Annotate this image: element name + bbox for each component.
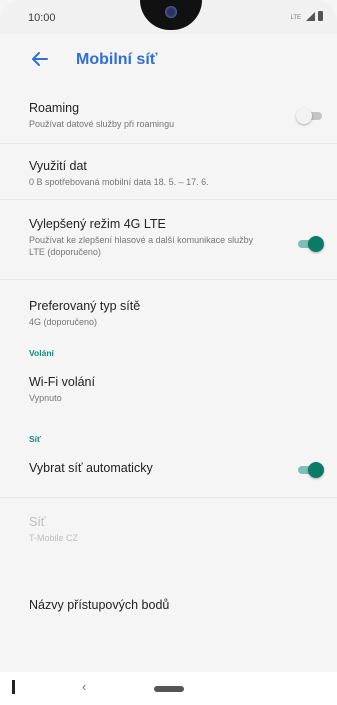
auto-network-toggle-thumb <box>308 462 324 478</box>
network-subtitle: T-Mobile CZ <box>29 533 79 543</box>
lte-mode-toggle-thumb <box>308 236 324 252</box>
setting-roaming[interactable]: Roaming Používat datové služby při roami… <box>0 86 337 144</box>
back-arrow-icon[interactable] <box>30 49 50 69</box>
status-icons: LTE <box>290 11 323 21</box>
section-header-calls: Volání <box>29 348 54 358</box>
auto-network-toggle[interactable] <box>296 462 324 478</box>
setting-wifi-calling[interactable]: Wi-Fi volání Vypnuto <box>0 372 337 432</box>
screen-corner-edge <box>12 680 15 694</box>
status-bar: 10:00 LTE <box>0 0 337 34</box>
phone-screen: 10:00 LTE Mobilní síť Roaming Používat d… <box>0 0 337 705</box>
data-usage-subtitle: 0 B spotřebovaná mobilní data 18. 5. – 1… <box>29 177 209 187</box>
lte-mode-subtitle: Používat ke zlepšení hlasové a další kom… <box>29 235 254 257</box>
roaming-toggle[interactable] <box>296 108 324 124</box>
network-title: Síť <box>29 515 46 529</box>
setting-lte-mode[interactable]: Vylepšený režim 4G LTE Používat ke zlepš… <box>0 200 337 280</box>
battery-icon <box>318 11 323 21</box>
wifi-calling-title: Wi-Fi volání <box>29 375 95 389</box>
apn-title: Názvy přístupových bodů <box>29 598 170 612</box>
setting-preferred-network[interactable]: Preferovaný typ sítě 4G (doporučeno) <box>0 280 337 346</box>
signal-icon <box>306 12 315 21</box>
page-title: Mobilní síť <box>76 51 158 68</box>
nav-back-icon[interactable]: ‹ <box>82 679 86 694</box>
setting-auto-network[interactable]: Vybrat síť automaticky <box>0 456 337 498</box>
section-header-network: Síť <box>29 434 42 444</box>
auto-network-title: Vybrat síť automaticky <box>29 461 153 475</box>
roaming-subtitle: Používat datové služby při roamingu <box>29 119 175 129</box>
camera-icon <box>165 6 177 18</box>
data-usage-title: Využití dat <box>29 159 87 173</box>
setting-apn[interactable]: Názvy přístupových bodů <box>0 592 337 642</box>
wifi-calling-subtitle: Vypnuto <box>29 393 62 403</box>
preferred-network-title: Preferovaný typ sítě <box>29 299 141 313</box>
nav-home-pill[interactable] <box>154 686 184 692</box>
app-bar: Mobilní síť <box>0 34 337 86</box>
setting-network: Síť T-Mobile CZ <box>0 498 337 592</box>
setting-data-usage[interactable]: Využití dat 0 B spotřebovaná mobilní dat… <box>0 144 337 200</box>
settings-list: Roaming Používat datové služby při roami… <box>0 86 337 642</box>
preferred-network-subtitle: 4G (doporučeno) <box>29 317 98 327</box>
lte-mode-toggle[interactable] <box>296 236 324 252</box>
lte-mode-title: Vylepšený režim 4G LTE <box>29 217 166 231</box>
camera-notch <box>140 0 202 30</box>
navigation-bar: ‹ <box>0 672 337 705</box>
status-time: 10:00 <box>28 12 56 24</box>
roaming-toggle-thumb <box>296 108 312 124</box>
roaming-title: Roaming <box>29 101 80 115</box>
lte-label: LTE <box>290 15 301 21</box>
